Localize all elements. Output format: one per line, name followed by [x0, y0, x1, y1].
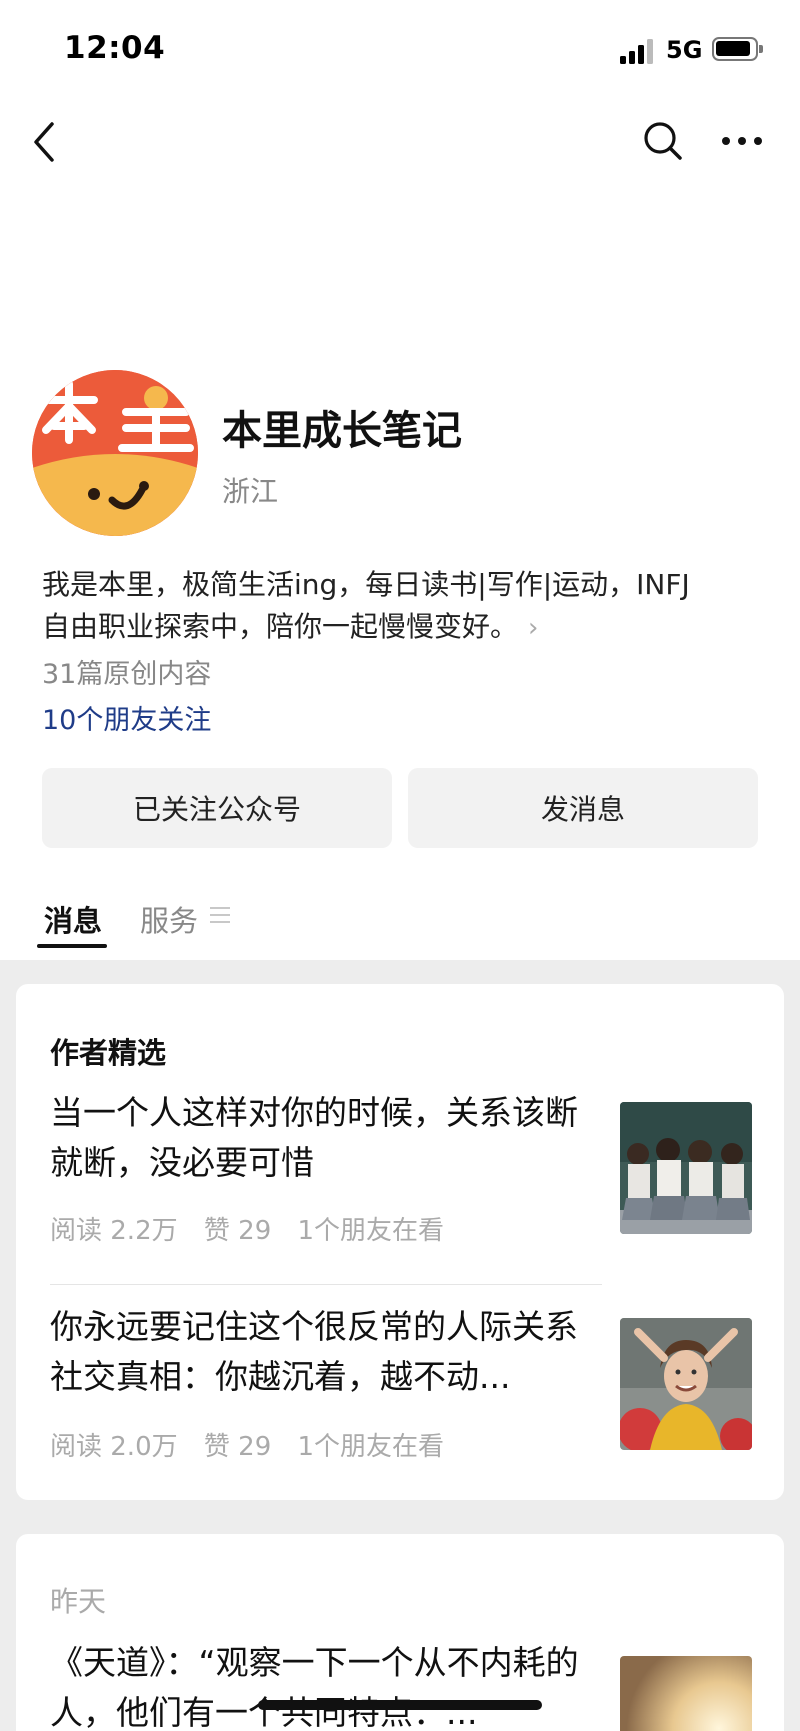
message-feed[interactable]: 作者精选 当一个人这样对你的时候，关系该断就断，没必要可惜 阅读 2.2万 赞 …	[0, 960, 800, 1731]
bio-line-2: 自由职业探索中，陪你一起慢慢变好。	[42, 610, 519, 643]
article-title: 当一个人这样对你的时候，关系该断就断，没必要可惜	[50, 1093, 578, 1182]
date-header: 昨天	[50, 1585, 107, 1618]
search-icon[interactable]	[640, 118, 686, 164]
article-thumbnail	[620, 1102, 752, 1234]
active-tab-indicator	[37, 944, 107, 948]
featured-card: 作者精选 当一个人这样对你的时候，关系该断就断，没必要可惜 阅读 2.2万 赞 …	[16, 984, 784, 1500]
original-content-count[interactable]: 31篇原创内容	[42, 652, 211, 691]
signal-icon	[620, 38, 654, 64]
menu-lines-icon[interactable]	[210, 906, 230, 924]
featured-header: 作者精选	[50, 1036, 167, 1070]
battery-icon	[712, 37, 763, 61]
home-indicator[interactable]	[258, 1700, 542, 1710]
account-region: 浙江	[222, 475, 279, 508]
send-message-button[interactable]: 发消息	[408, 768, 758, 848]
tab-services[interactable]: 服务	[140, 898, 198, 940]
article-thumbnail	[620, 1656, 752, 1731]
article-meta: 阅读 2.2万 赞 29 1个朋友在看	[50, 1210, 462, 1247]
chevron-right-icon: ›	[528, 613, 539, 643]
status-bar: 12:04 5G	[0, 0, 800, 100]
like-count: 赞 29	[203, 1432, 272, 1462]
more-icon[interactable]	[720, 124, 764, 158]
network-label: 5G	[666, 36, 703, 64]
like-count: 赞 29	[203, 1216, 272, 1246]
read-count: 阅读 2.0万	[50, 1432, 178, 1462]
friends-following-link[interactable]: 10个朋友关注	[42, 698, 211, 737]
article-thumbnail	[620, 1318, 752, 1450]
followed-button[interactable]: 已关注公众号	[42, 768, 392, 848]
account-name: 本里成长笔记	[222, 408, 462, 454]
divider	[50, 1284, 602, 1285]
friends-viewing: 1个朋友在看	[297, 1216, 445, 1246]
article-title: 你永远要记住这个很反常的人际关系社交真相：你越沉着，越不动...	[50, 1307, 578, 1396]
account-avatar[interactable]	[32, 370, 198, 536]
article-meta: 阅读 2.0万 赞 29 1个朋友在看	[50, 1426, 462, 1463]
account-bio[interactable]: 我是本里，极简生活ing，每日读书|写作|运动，INFJ 自由职业探索中，陪你一…	[42, 564, 762, 649]
status-time: 12:04	[64, 30, 166, 66]
article-title: 《天道》：“观察一下一个从不内耗的人，他们有一个共同特点：...	[50, 1643, 579, 1731]
read-count: 阅读 2.2万	[50, 1216, 178, 1246]
tab-messages[interactable]: 消息	[44, 898, 102, 940]
bio-line-1: 我是本里，极简生活ing，每日读书|写作|运动，INFJ	[42, 568, 690, 601]
friends-viewing: 1个朋友在看	[297, 1432, 445, 1462]
back-icon[interactable]	[26, 118, 66, 166]
bio-line-2-wrap: 自由职业探索中，陪你一起慢慢变好。 ›	[42, 606, 762, 649]
